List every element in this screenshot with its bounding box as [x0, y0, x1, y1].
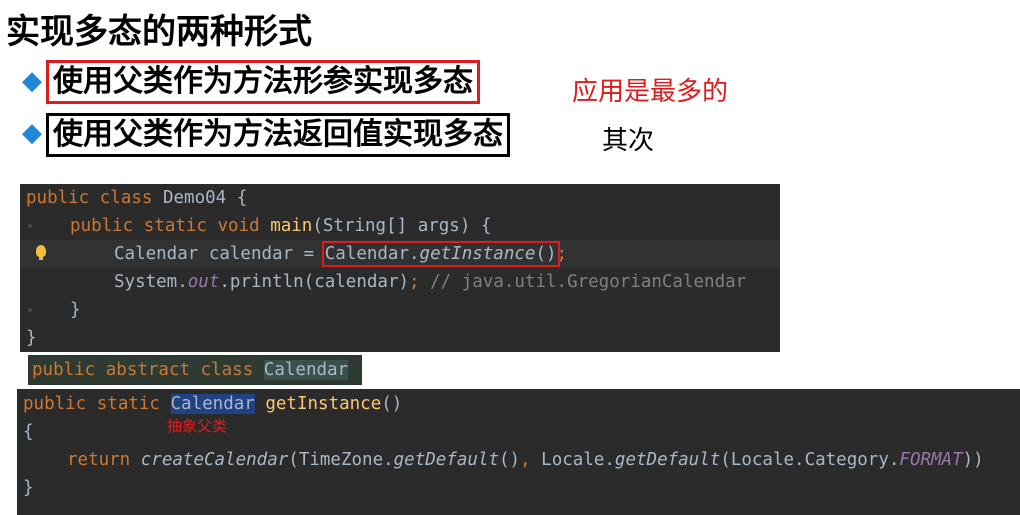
- parens: (): [535, 244, 557, 264]
- method-name: getInstance: [265, 394, 382, 414]
- comma: ,: [520, 450, 542, 470]
- method-call: getDefault: [614, 450, 721, 470]
- code-line-3: return createCalendar(TimeZone.getDefaul…: [67, 446, 984, 474]
- params: (String[] args) {: [312, 216, 492, 236]
- annotation-abstract-parent: 抽象父类: [167, 417, 228, 435]
- selected-return-type: Calendar: [170, 394, 255, 414]
- code-line-4: System.out.println(calendar); // java.ut…: [114, 268, 746, 296]
- code-line: public abstract class Calendar: [32, 356, 349, 384]
- parens: (): [381, 394, 403, 414]
- class-ref: Calendar.: [324, 244, 420, 264]
- slide-title: 实现多态的两种形式: [6, 12, 312, 52]
- keyword: public static void: [70, 216, 271, 236]
- semicolon: ;: [556, 244, 568, 264]
- keyword: public class: [26, 188, 163, 208]
- diamond-icon: ◆: [22, 118, 42, 148]
- keyword: public static: [23, 394, 171, 414]
- field-out: out: [187, 272, 220, 292]
- println: .println(calendar): [219, 272, 410, 292]
- method-call: getInstance: [419, 244, 536, 264]
- diamond-icon: ◆: [22, 66, 42, 96]
- keyword: public abstract class: [32, 360, 264, 380]
- highlighted-call: Calendar.getInstance(): [321, 241, 560, 267]
- code-line-5: }: [70, 300, 81, 320]
- arg: Locale.: [541, 450, 615, 470]
- declaration: Calendar calendar =: [114, 244, 325, 264]
- code-block-abstract-class: public abstract class Calendar: [28, 355, 362, 385]
- lightbulb-icon[interactable]: [36, 245, 46, 260]
- keyword: return: [67, 450, 141, 470]
- class-name: Demo04 {: [162, 188, 248, 208]
- bullet-2-note: 其次: [602, 126, 655, 156]
- code-line-6: }: [26, 328, 37, 348]
- code-line-3: Calendar calendar = Calendar.getInstance…: [114, 240, 567, 268]
- method-call: getDefault: [393, 450, 499, 470]
- method-call: createCalendar: [140, 450, 289, 470]
- bullet-1-text: 使用父类作为方法形参实现多态: [46, 60, 480, 104]
- method-name: main: [270, 216, 313, 236]
- code-line-2: {: [23, 422, 34, 442]
- semicolon: ;: [409, 272, 431, 292]
- arg: (Locale.Category.: [720, 450, 900, 470]
- parens: (): [499, 450, 521, 470]
- comment: // java.util.GregorianCalendar: [430, 272, 747, 292]
- parens: )): [962, 450, 984, 470]
- system: System.: [114, 272, 188, 292]
- code-block-getinstance: public static Calendar getInstance() { 抽…: [17, 389, 1020, 515]
- code-line-1: public class Demo04 {: [26, 184, 247, 212]
- code-line-1: public static Calendar getInstance(): [23, 390, 402, 418]
- fold-marker: [28, 308, 32, 312]
- field-format: FORMAT: [899, 450, 963, 470]
- arg: (TimeZone.: [288, 450, 394, 470]
- class-name: Calendar: [263, 360, 349, 380]
- code-line-4: }: [23, 478, 34, 498]
- code-line-2: public static void main(String[] args) {: [70, 212, 491, 240]
- code-block-demo04: public class Demo04 { public static void…: [20, 184, 780, 352]
- bullet-1-note: 应用是最多的: [572, 77, 729, 107]
- bullet-2-text: 使用父类作为方法返回值实现多态: [46, 113, 510, 157]
- fold-marker: [28, 224, 32, 228]
